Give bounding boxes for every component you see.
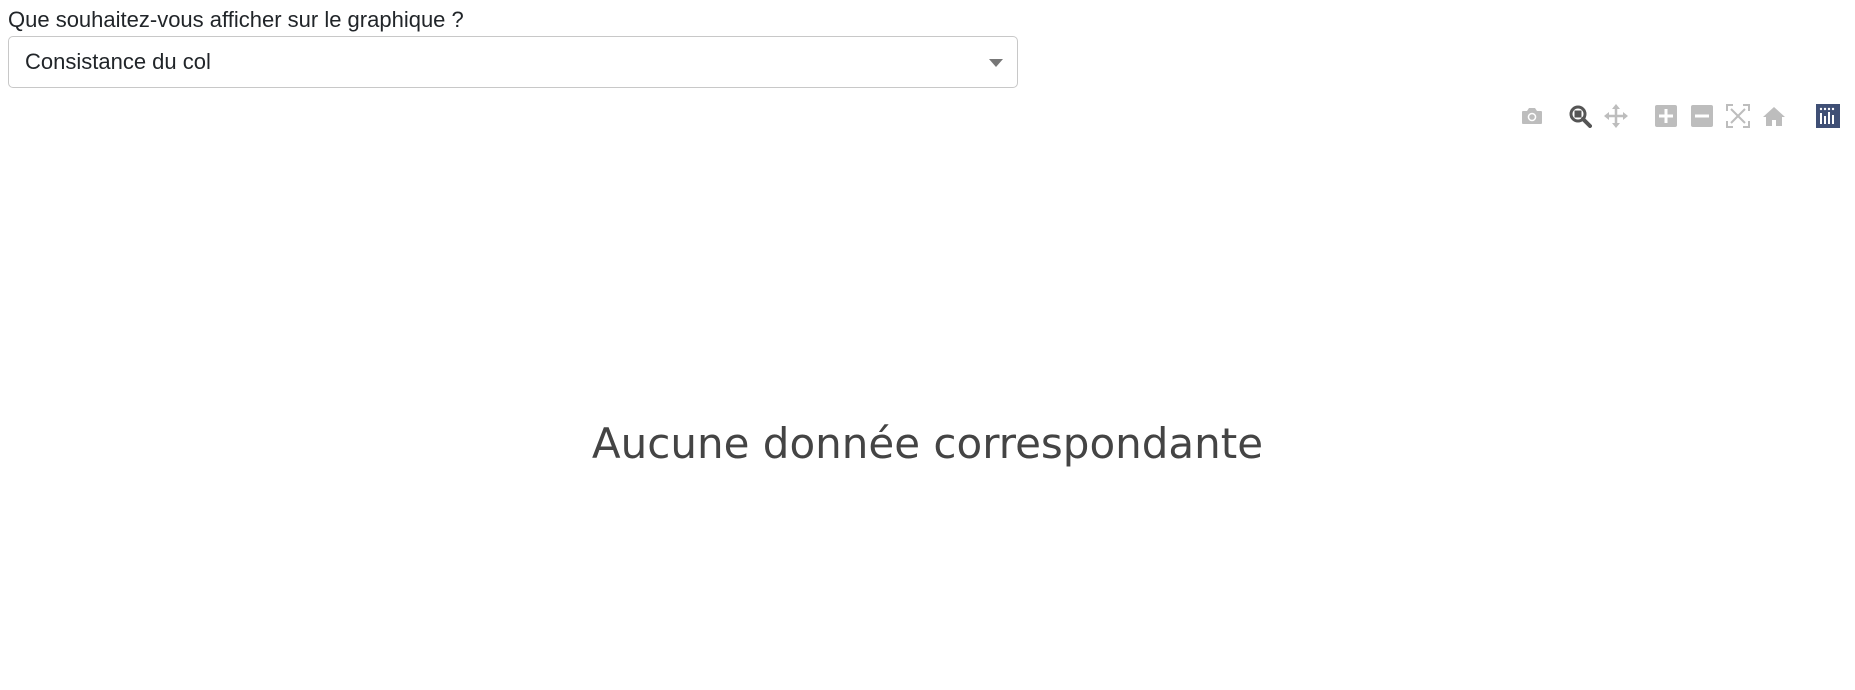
autoscale-icon[interactable] — [1724, 102, 1752, 130]
chart-variable-select[interactable]: Consistance du col — [8, 36, 1018, 88]
zoom-icon[interactable] — [1566, 102, 1594, 130]
pan-icon[interactable] — [1602, 102, 1630, 130]
zoom-in-icon[interactable] — [1652, 102, 1680, 130]
home-icon[interactable] — [1760, 102, 1788, 130]
zoom-out-icon[interactable] — [1688, 102, 1716, 130]
chevron-down-icon[interactable] — [989, 59, 1003, 67]
empty-state-message: Aucune donnée correspondante — [591, 419, 1264, 468]
question-label: Que souhaitez-vous afficher sur le graph… — [8, 7, 464, 32]
select-value: Consistance du col — [25, 49, 211, 74]
plotly-logo-icon[interactable] — [1814, 102, 1842, 130]
camera-icon[interactable] — [1518, 102, 1546, 130]
